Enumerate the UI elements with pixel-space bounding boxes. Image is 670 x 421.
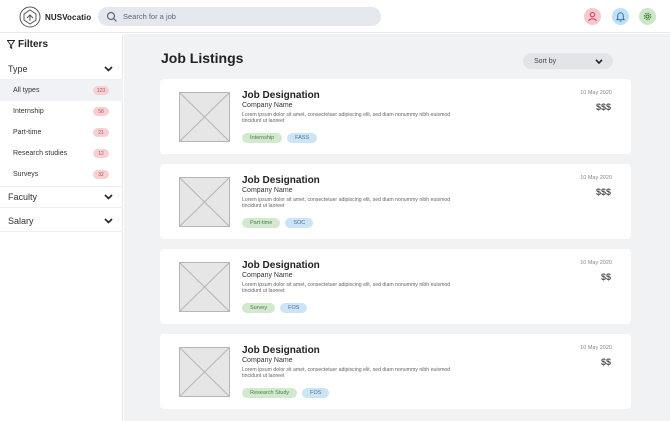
posted-date: 10 May 2020 [580, 345, 612, 351]
posted-date: 10 May 2020 [580, 260, 612, 266]
top-bar: NUSVocatio [0, 0, 670, 33]
type-filter-label: Surveys [13, 171, 39, 178]
sort-dropdown[interactable]: Sort by [523, 53, 613, 69]
filters-title: Filters [18, 39, 49, 50]
posted-date: 10 May 2020 [580, 175, 612, 181]
job-description: Lorem ipsum dolor sit amet, consectetuer… [242, 282, 451, 295]
pay-level: $$$ [595, 102, 611, 112]
search-icon [106, 11, 117, 22]
pay-level: $$ [600, 357, 611, 367]
count-badge: 12 [93, 149, 109, 158]
chevron-down-icon [104, 65, 113, 72]
image-placeholder [179, 347, 230, 397]
filters-heading: Filters [7, 39, 48, 50]
notifications-button[interactable] [612, 8, 629, 25]
sort-label: Sort by [534, 57, 557, 65]
type-filter-label: Internship [13, 108, 44, 115]
gear-icon [643, 12, 652, 21]
type-filter-internship[interactable]: Internship 58 [0, 101, 123, 122]
job-description: Lorem ipsum dolor sit amet, consectetuer… [242, 112, 451, 125]
logo[interactable]: NUSVocatio [19, 6, 91, 28]
company-name: Company Name [242, 102, 293, 109]
chevron-down-icon [595, 58, 603, 64]
job-card[interactable]: Job Designation Company Name Lorem ipsum… [160, 334, 631, 409]
job-card[interactable]: Job Designation Company Name Lorem ipsum… [160, 249, 631, 324]
tag-list: Survey FOS [242, 303, 308, 313]
filter-section-type[interactable]: Type [0, 58, 123, 80]
search-input[interactable] [123, 12, 363, 21]
job-type-tag[interactable]: Research Study [242, 388, 298, 398]
type-filter-label: All types [13, 87, 40, 94]
profile-button[interactable] [584, 8, 601, 25]
main-content: Job Listings Sort by Job Designation Com… [124, 34, 670, 421]
filter-section-label: Faculty [8, 192, 38, 202]
type-filter-all[interactable]: All types 123 [0, 80, 123, 101]
page-title: Job Listings [161, 50, 244, 66]
type-filter-research-studies[interactable]: Research studies 12 [0, 143, 123, 164]
count-badge: 58 [93, 107, 109, 116]
job-title[interactable]: Job Designation [242, 260, 320, 271]
tag-list: Part-time SOC [242, 218, 314, 228]
chevron-down-icon [104, 217, 113, 224]
count-badge: 21 [93, 128, 109, 137]
job-description: Lorem ipsum dolor sit amet, consectetuer… [242, 197, 451, 210]
pay-level: $$$ [595, 187, 611, 197]
filter-section-label: Type [8, 63, 28, 74]
job-description: Lorem ipsum dolor sit amet, consectetuer… [242, 367, 451, 380]
job-title[interactable]: Job Designation [242, 90, 320, 101]
company-name: Company Name [242, 357, 293, 364]
search-bar[interactable] [98, 7, 381, 26]
company-name: Company Name [242, 187, 293, 194]
faculty-tag[interactable]: SOC [285, 218, 314, 228]
bell-icon [615, 12, 626, 22]
job-type-tag[interactable]: Internship [242, 133, 283, 143]
filter-section-faculty[interactable]: Faculty [0, 186, 123, 208]
tag-list: Internship FASS [242, 133, 318, 143]
filters-sidebar: Filters Type All types 123 Internship 58… [0, 34, 123, 421]
logo-icon [19, 6, 41, 28]
brand-name: NUSVocatio [45, 12, 92, 22]
image-placeholder [179, 262, 230, 312]
faculty-tag[interactable]: FOS [280, 303, 308, 313]
user-icon [588, 11, 597, 22]
type-filter-label: Research studies [13, 150, 68, 157]
image-placeholder [179, 177, 230, 227]
company-name: Company Name [242, 272, 293, 279]
job-card[interactable]: Job Designation Company Name Lorem ipsum… [160, 79, 631, 154]
job-type-tag[interactable]: Survey [242, 303, 276, 313]
chevron-down-icon [104, 194, 113, 200]
filter-icon [7, 40, 15, 49]
type-filter-part-time[interactable]: Part-time 21 [0, 122, 123, 143]
faculty-tag[interactable]: FASS [287, 133, 318, 143]
count-badge: 32 [93, 170, 109, 179]
posted-date: 10 May 2020 [580, 90, 612, 96]
pay-level: $$ [600, 272, 611, 282]
filter-section-salary[interactable]: Salary [0, 210, 123, 232]
image-placeholder [179, 92, 230, 142]
filter-section-label: Salary [8, 215, 34, 226]
job-card[interactable]: Job Designation Company Name Lorem ipsum… [160, 164, 631, 239]
faculty-tag[interactable]: FOS [302, 388, 330, 398]
type-filter-label: Part-time [13, 129, 42, 136]
tag-list: Research Study FOS [242, 388, 330, 398]
job-title[interactable]: Job Designation [242, 345, 320, 356]
settings-button[interactable] [639, 8, 656, 25]
type-filter-surveys[interactable]: Surveys 32 [0, 164, 123, 185]
job-type-tag[interactable]: Part-time [242, 218, 281, 228]
job-title[interactable]: Job Designation [242, 175, 320, 186]
count-badge: 123 [93, 86, 109, 95]
